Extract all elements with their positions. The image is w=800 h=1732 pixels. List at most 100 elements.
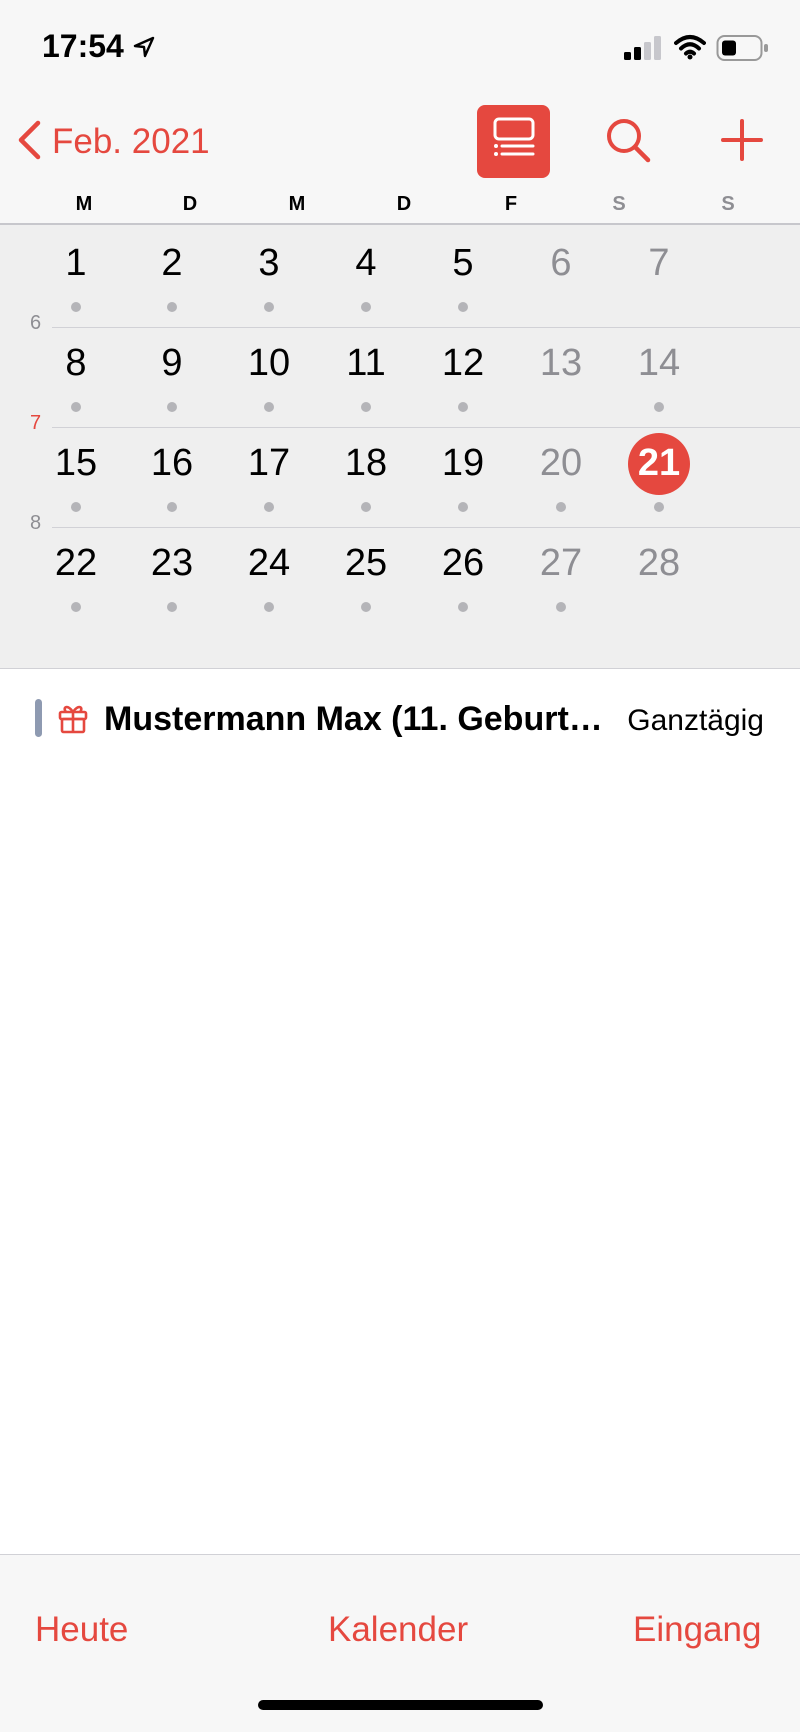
event-indicator-dot xyxy=(71,502,81,512)
day-number: 8 xyxy=(65,342,87,384)
day-cell[interactable]: 9 xyxy=(127,325,217,425)
day-cell[interactable]: 28 xyxy=(614,525,704,625)
day-cell[interactable]: 25 xyxy=(321,525,411,625)
day-cell[interactable]: 18 xyxy=(321,425,411,525)
today-button[interactable]: Heute xyxy=(35,1610,128,1650)
event-indicator-dot xyxy=(361,602,371,612)
back-to-month-button[interactable]: Feb. 2021 xyxy=(14,114,210,170)
event-indicator-dot xyxy=(556,602,566,612)
day-cell[interactable]: 2 xyxy=(127,225,217,325)
gift-icon xyxy=(58,702,88,739)
weekday-label: D xyxy=(182,193,198,215)
list-view-toggle-button[interactable] xyxy=(477,105,550,178)
day-number: 10 xyxy=(247,342,291,384)
event-indicator-dot xyxy=(458,502,468,512)
day-cell[interactable]: 8 xyxy=(31,325,121,425)
day-number: 17 xyxy=(247,442,291,484)
day-cell[interactable]: 5 xyxy=(418,225,508,325)
day-cell[interactable]: 20 xyxy=(516,425,606,525)
day-cell[interactable]: 19 xyxy=(418,425,508,525)
day-number: 12 xyxy=(441,342,485,384)
day-number: 16 xyxy=(150,442,194,484)
day-cell[interactable]: 10 xyxy=(224,325,314,425)
event-indicator-dot xyxy=(654,502,664,512)
weekday-label: D xyxy=(396,193,412,215)
day-number: 15 xyxy=(54,442,98,484)
day-number: 27 xyxy=(539,542,583,584)
event-indicator-dot xyxy=(71,402,81,412)
day-cell[interactable]: 13 xyxy=(516,325,606,425)
event-indicator-dot xyxy=(458,302,468,312)
weekday-label: S xyxy=(721,193,735,215)
divider xyxy=(0,1554,800,1555)
day-number: 28 xyxy=(637,542,681,584)
weekday-label: M xyxy=(288,193,306,215)
wifi-icon xyxy=(674,34,706,65)
day-number: 7 xyxy=(648,242,670,284)
event-indicator-dot xyxy=(264,302,274,312)
day-cell[interactable]: 14 xyxy=(614,325,704,425)
search-icon xyxy=(604,119,652,168)
day-number: 1 xyxy=(65,242,87,284)
day-number: 3 xyxy=(258,242,280,284)
event-indicator-dot xyxy=(71,302,81,312)
month-label: Feb. 2021 xyxy=(52,122,210,161)
event-indicator-dot xyxy=(361,502,371,512)
day-cell[interactable]: 27 xyxy=(516,525,606,625)
day-cell[interactable]: 22 xyxy=(31,525,121,625)
event-indicator-dot xyxy=(264,502,274,512)
day-number: 20 xyxy=(539,442,583,484)
search-button[interactable] xyxy=(604,116,652,169)
day-cell[interactable]: 3 xyxy=(224,225,314,325)
battery-icon xyxy=(716,34,770,67)
event-indicator-dot xyxy=(458,602,468,612)
day-number: 26 xyxy=(441,542,485,584)
day-number: 24 xyxy=(247,542,291,584)
day-cell[interactable]: 26 xyxy=(418,525,508,625)
event-indicator-dot xyxy=(264,602,274,612)
add-event-button[interactable] xyxy=(720,118,764,167)
event-indicator-dot xyxy=(556,502,566,512)
day-number: 13 xyxy=(539,342,583,384)
day-cell[interactable]: 11 xyxy=(321,325,411,425)
location-arrow-icon xyxy=(133,36,155,63)
day-number: 21 xyxy=(637,442,681,484)
divider xyxy=(0,668,800,669)
day-number: 9 xyxy=(161,342,183,384)
event-indicator-dot xyxy=(167,402,177,412)
day-cell[interactable]: 24 xyxy=(224,525,314,625)
day-cell[interactable]: 1 xyxy=(31,225,121,325)
event-indicator-dot xyxy=(264,402,274,412)
day-cell[interactable]: 23 xyxy=(127,525,217,625)
calendars-button[interactable]: Kalender xyxy=(328,1610,468,1650)
event-indicator-dot xyxy=(654,402,664,412)
day-cell[interactable]: 12 xyxy=(418,325,508,425)
event-indicator-dot xyxy=(167,302,177,312)
day-number: 23 xyxy=(150,542,194,584)
month-grid: 1 2 3 4 5 6 7 6 8 9 10 11 12 13 14 7 15 16 17 18 19 20 21 8 22 23… xyxy=(0,225,800,668)
day-cell[interactable]: 17 xyxy=(224,425,314,525)
weekday-label: M xyxy=(75,193,93,215)
day-number: 6 xyxy=(550,242,572,284)
day-cell-today[interactable]: 21 xyxy=(614,425,704,525)
day-cell[interactable]: 6 xyxy=(516,225,606,325)
status-time: 17:54 xyxy=(42,28,124,64)
day-cell[interactable]: 16 xyxy=(127,425,217,525)
event-indicator-dot xyxy=(458,402,468,412)
event-indicator-dot xyxy=(71,602,81,612)
day-number: 25 xyxy=(344,542,388,584)
event-row[interactable]: Mustermann Max (11. Geburt… Ganztägig xyxy=(0,690,800,750)
day-number: 14 xyxy=(637,342,681,384)
weekday-label: S xyxy=(612,193,626,215)
day-number: 22 xyxy=(54,542,98,584)
event-time: Ganztägig xyxy=(627,704,764,737)
day-cell[interactable]: 7 xyxy=(614,225,704,325)
day-number: 11 xyxy=(346,342,386,384)
day-cell[interactable]: 4 xyxy=(321,225,411,325)
calendar-color-bar xyxy=(35,699,42,737)
home-indicator xyxy=(258,1700,543,1710)
day-cell[interactable]: 15 xyxy=(31,425,121,525)
inbox-button[interactable]: Eingang xyxy=(633,1610,761,1650)
event-indicator-dot xyxy=(361,402,371,412)
event-indicator-dot xyxy=(361,302,371,312)
